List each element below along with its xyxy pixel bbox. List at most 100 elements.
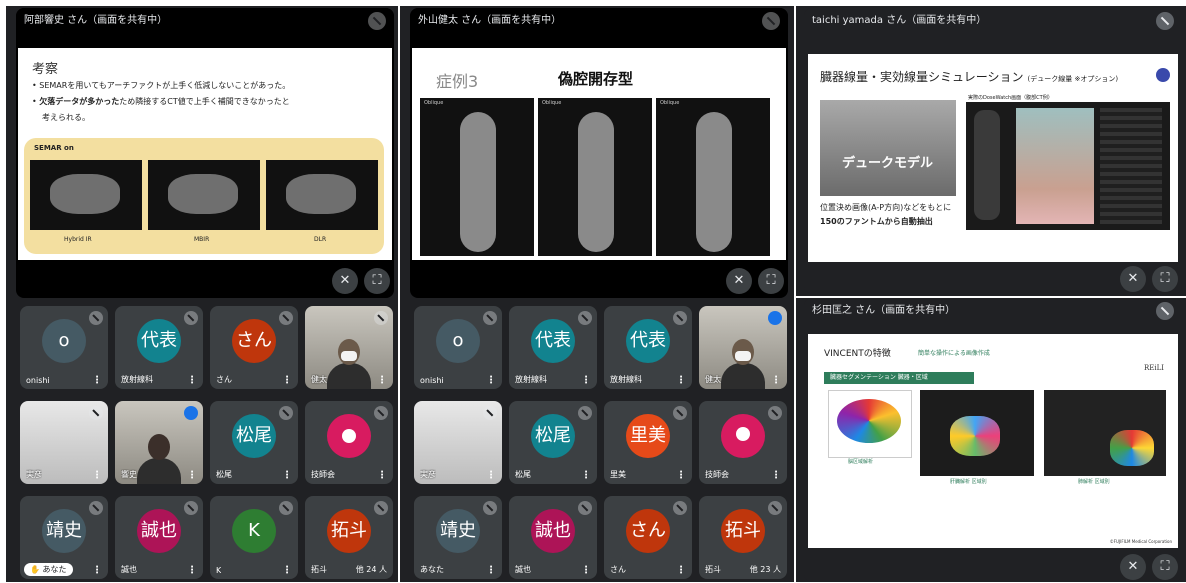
muted-mic-icon	[374, 406, 388, 420]
speaking-indicator-icon	[184, 406, 198, 420]
reili-logo: REiLI	[1143, 364, 1164, 372]
tile-takuto[interactable]: 拓斗 拓斗他 23 人	[699, 496, 787, 579]
more-options-icon[interactable]: ⋮	[771, 375, 781, 386]
ct-sagittal-1: Oblique	[420, 98, 534, 256]
tile-houshasenka[interactable]: 代表 放射線科 ⋮	[115, 306, 203, 389]
avatar: 里美	[626, 413, 670, 458]
more-options-icon[interactable]: ⋮	[187, 375, 197, 386]
muted-mic-icon	[374, 501, 388, 515]
caption-liver: 肝臓解析 区域別	[950, 479, 987, 485]
tile-houshasenka[interactable]: 代表 放射線科 ⋮	[509, 306, 597, 389]
tile-yasushi-self[interactable]: 靖史 あなた ⋮	[414, 496, 502, 579]
ct-image-dlr	[266, 160, 378, 230]
muted-mic-icon	[1156, 12, 1174, 30]
participant-name: 里美	[610, 470, 626, 479]
more-options-icon[interactable]: ⋮	[486, 565, 496, 576]
participant-name: 誠也	[121, 565, 137, 574]
dosewatch-label: 実際のDoseWatch画面（腹部CT例）	[968, 95, 1053, 101]
tile-sanehiko-video[interactable]: 実彦 ⋮	[414, 401, 502, 484]
more-options-icon[interactable]: ⋮	[771, 470, 781, 481]
unpin-button[interactable]: ✕	[332, 268, 358, 294]
speaking-indicator-icon	[768, 311, 782, 325]
muted-mic-icon	[483, 311, 497, 325]
tile-san[interactable]: さん さん ⋮	[210, 306, 298, 389]
unpin-button[interactable]: ✕	[726, 268, 752, 294]
tile-seiya[interactable]: 誠也 誠也 ⋮	[115, 496, 203, 579]
shared-slide: 考察 • SEMARを用いてもアーチファクトが上手く低減しないことがあった。 •…	[18, 48, 392, 260]
tile-satomi[interactable]: 里美 里美 ⋮	[604, 401, 692, 484]
more-options-icon[interactable]: ⋮	[377, 375, 387, 386]
tile-gishikai[interactable]: 技師会 ⋮	[699, 401, 787, 484]
meet-window-2: 外山健太 さん（画面を共有中） 症例3 偽腔開存型 Oblique Obliqu…	[400, 6, 794, 582]
ct-sagittal-3: Oblique	[656, 98, 770, 256]
more-options-icon[interactable]: ⋮	[187, 565, 197, 576]
more-options-icon[interactable]: ⋮	[92, 565, 102, 576]
fullscreen-button[interactable]: ⛶	[364, 268, 390, 294]
muted-mic-icon	[578, 311, 592, 325]
tile-kenta-video[interactable]: 健太 ⋮	[305, 306, 393, 389]
participant-name: 響史	[121, 470, 137, 479]
liver-image	[920, 390, 1034, 476]
fullscreen-button[interactable]: ⛶	[758, 268, 784, 294]
avatar: 拓斗	[327, 508, 371, 553]
tile-kyoji-video[interactable]: 響史 ⋮	[115, 401, 203, 484]
tile-gishikai[interactable]: 技師会 ⋮	[305, 401, 393, 484]
tile-kenta-video[interactable]: 健太 ⋮	[699, 306, 787, 389]
more-options-icon[interactable]: ⋮	[486, 470, 496, 481]
tile-sanehiko-video[interactable]: 実彦 ⋮	[20, 401, 108, 484]
more-options-icon[interactable]: ⋮	[581, 375, 591, 386]
semar-box: SEMAR on Hybrid IR MBIR DLR	[24, 138, 384, 254]
tile-yasushi-self[interactable]: 靖史 ✋ あなた ⋮	[20, 496, 108, 579]
fullscreen-button[interactable]: ⛶	[1152, 266, 1178, 292]
tile-matsuo[interactable]: 松尾 松尾 ⋮	[210, 401, 298, 484]
slide-subheading: 簡単な操作による画像作成	[918, 350, 990, 357]
brain-image	[828, 390, 912, 458]
participant-name: onishi	[420, 376, 444, 385]
caption-hybrid: Hybrid IR	[64, 236, 92, 243]
more-options-icon[interactable]: ⋮	[377, 470, 387, 481]
tile-san[interactable]: さん さん ⋮	[604, 496, 692, 579]
more-options-icon[interactable]: ⋮	[676, 565, 686, 576]
more-options-icon[interactable]: ⋮	[92, 375, 102, 386]
muted-mic-icon	[578, 501, 592, 515]
caption-lung: 肺解析 区域別	[1078, 479, 1110, 485]
participant-name: 実彦	[420, 470, 436, 479]
muted-mic-icon	[279, 311, 293, 325]
more-options-icon[interactable]: ⋮	[676, 375, 686, 386]
muted-mic-icon	[89, 311, 103, 325]
others-count[interactable]: 他 23 人	[750, 564, 781, 575]
tile-onishi[interactable]: o onishi ⋮	[414, 306, 502, 389]
tile-seiya[interactable]: 誠也 誠也 ⋮	[509, 496, 597, 579]
muted-mic-icon	[184, 501, 198, 515]
unpin-button[interactable]: ✕	[1120, 266, 1146, 292]
participant-name: 放射線科	[610, 375, 642, 384]
presentation-panel: 杉田匡之 さん（画面を共有中） VINCENTの特徴 簡単な操作による画像作成 …	[804, 298, 1182, 582]
others-count[interactable]: 他 24 人	[356, 564, 387, 575]
presenter-title: 杉田匡之 さん（画面を共有中）	[804, 298, 1182, 324]
tile-takuto[interactable]: 拓斗 拓斗他 24 人	[305, 496, 393, 579]
more-options-icon[interactable]: ⋮	[282, 565, 292, 576]
tile-matsuo[interactable]: 松尾 松尾 ⋮	[509, 401, 597, 484]
participant-name: 健太	[705, 375, 721, 384]
participant-name: 放射線科	[515, 375, 547, 384]
avatar: 松尾	[531, 413, 575, 458]
fullscreen-button[interactable]: ⛶	[1152, 554, 1178, 580]
muted-mic-icon	[578, 406, 592, 420]
more-options-icon[interactable]: ⋮	[282, 375, 292, 386]
more-options-icon[interactable]: ⋮	[486, 375, 496, 386]
more-options-icon[interactable]: ⋮	[282, 470, 292, 481]
unpin-button[interactable]: ✕	[1120, 554, 1146, 580]
slide-case-label: 症例3	[436, 72, 479, 91]
presentation-panel: 外山健太 さん（画面を共有中） 症例3 偽腔開存型 Oblique Obliqu…	[410, 8, 788, 298]
more-options-icon[interactable]: ⋮	[92, 470, 102, 481]
more-options-icon[interactable]: ⋮	[187, 470, 197, 481]
meet-window-1: 阿部響史 さん（画面を共有中） 考察 • SEMARを用いてもアーチファクトが上…	[6, 6, 398, 582]
more-options-icon[interactable]: ⋮	[581, 470, 591, 481]
more-options-icon[interactable]: ⋮	[581, 565, 591, 576]
tile-onishi[interactable]: o onishi ⋮	[20, 306, 108, 389]
tile-houshasenka-2[interactable]: 代表 放射線科 ⋮	[604, 306, 692, 389]
more-options-icon[interactable]: ⋮	[676, 470, 686, 481]
muted-mic-icon	[673, 406, 687, 420]
caption-mbir: MBIR	[194, 236, 210, 243]
tile-k[interactable]: K K ⋮	[210, 496, 298, 579]
